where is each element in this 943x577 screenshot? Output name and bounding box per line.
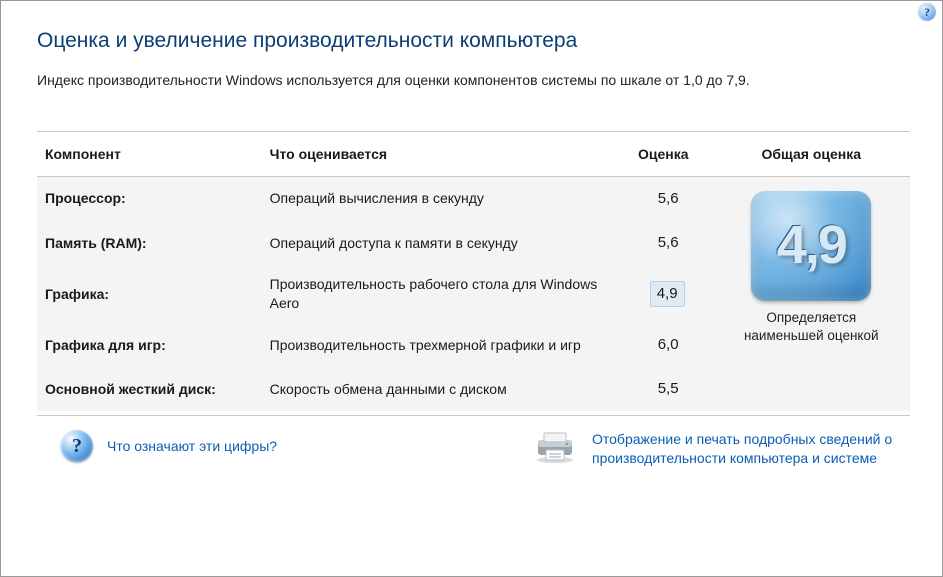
component-score: 5,5 — [623, 367, 713, 411]
col-header-description: Что оценивается — [262, 134, 623, 177]
component-score: 5,6 — [623, 176, 713, 221]
base-score-value: 4,9 — [777, 209, 846, 282]
component-name: Графика для игр: — [37, 323, 262, 367]
performance-table: Компонент Что оценивается Оценка Общая о… — [37, 134, 910, 412]
col-header-total: Общая оценка — [713, 134, 910, 177]
table-row: Процессор: Операций вычисления в секунду… — [37, 176, 910, 221]
component-name: Основной жесткий диск: — [37, 367, 262, 411]
component-desc: Производительность трехмерной графики и … — [262, 323, 623, 367]
printer-icon — [532, 430, 578, 464]
col-header-score: Оценка — [623, 134, 713, 177]
col-header-component: Компонент — [37, 134, 262, 177]
help-orb-icon[interactable]: ? — [61, 430, 93, 462]
divider — [37, 131, 910, 132]
base-score-cell: 4,9 Определяется наименьшей оценкой — [713, 176, 910, 411]
component-desc: Скорость обмена данными с диском — [262, 367, 623, 411]
component-score: 5,6 — [623, 221, 713, 265]
page-description: Индекс производительности Windows исполь… — [37, 71, 907, 91]
component-desc: Операций вычисления в секунду — [262, 176, 623, 221]
wei-window: ? Оценка и увеличение производительности… — [0, 0, 943, 577]
page-title: Оценка и увеличение производительности к… — [37, 29, 910, 53]
print-details-link[interactable]: Отображение и печать подробных сведений … — [592, 430, 902, 468]
component-score: 6,0 — [623, 323, 713, 367]
component-name: Процессор: — [37, 176, 262, 221]
help-icon[interactable]: ? — [918, 3, 936, 21]
footer-links: ? Что означают эти цифры? — [37, 415, 910, 468]
component-desc: Операций доступа к памяти в секунду — [262, 221, 623, 265]
component-desc: Производительность рабочего стола для Wi… — [262, 265, 623, 323]
base-score-badge: 4,9 — [751, 191, 871, 301]
component-name: Память (RAM): — [37, 221, 262, 265]
component-name: Графика: — [37, 265, 262, 323]
what-numbers-link[interactable]: Что означают эти цифры? — [107, 437, 277, 456]
base-score-caption: Определяется наименьшей оценкой — [736, 309, 886, 345]
footer-right: Отображение и печать подробных сведений … — [532, 430, 902, 468]
component-score: 4,9 — [623, 265, 713, 323]
footer-left: ? Что означают эти цифры? — [61, 430, 277, 462]
content-area: Оценка и увеличение производительности к… — [1, 1, 942, 468]
